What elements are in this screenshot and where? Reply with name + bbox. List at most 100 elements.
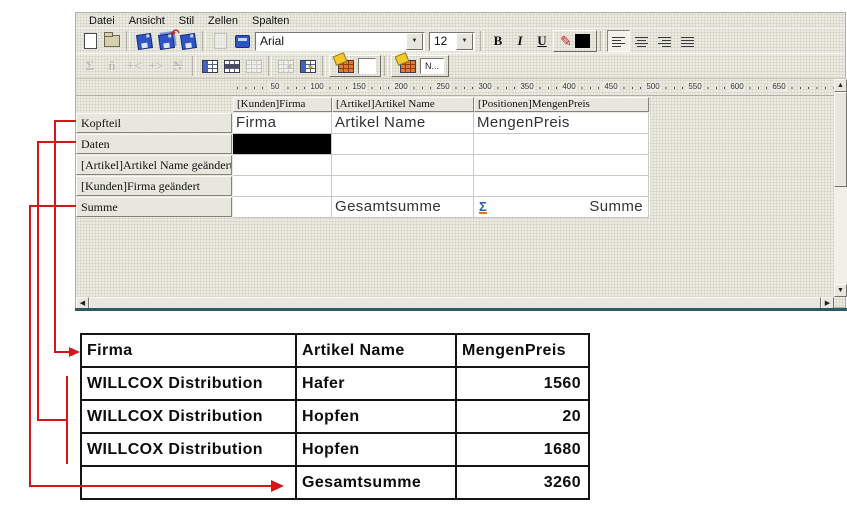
print-preview-button[interactable] [209,30,231,52]
preview-cell-artikel: Hopfen [296,400,456,433]
menu-datei[interactable]: Datei [82,15,122,27]
align-center-button[interactable] [630,30,653,52]
chevron-down-icon[interactable]: ▼ [456,33,473,50]
menu-stil[interactable]: Stil [172,15,201,27]
new-document-button[interactable] [79,30,101,52]
toolbar-standard: ↶ Arial ▼ 12 ▼ B I U ✎ [76,28,845,53]
field-button[interactable]: ñ [101,55,123,77]
sum-button[interactable]: Σ [79,55,101,77]
grid-cell-r0c0[interactable]: Firma [233,113,332,134]
save-as-button[interactable]: ↶ [177,30,199,52]
column-header-2[interactable]: [Positionen]MengenPreis [474,97,649,112]
grid-cell-r4c0[interactable] [233,197,332,218]
row-band-label-2[interactable]: [Artikel]Artikel Name geändert [76,155,232,175]
open-folder-icon [104,35,120,47]
save-icon [136,33,153,50]
toolbar-separator [480,31,484,51]
ruler-label-400: 400 [560,82,577,92]
prev-button[interactable]: +< [123,55,145,77]
bold-button[interactable]: B [487,30,509,52]
ruler: 50100150200250300350400450500550600650 [76,79,834,96]
font-size-select[interactable]: 12 ▼ [429,32,475,51]
fill-table-icon [400,60,416,73]
vertical-scroll-thumb[interactable] [834,92,847,187]
save-button[interactable] [133,30,155,52]
preview-cell-artikel: Gesamtsumme [296,466,456,499]
grid-cell-r3c2[interactable] [474,176,649,197]
design-area[interactable]: FirmaArtikel NameMengenPreisGesamtsummeΣ… [76,96,834,297]
grid-cell-r4c1[interactable]: Gesamtsumme [332,197,474,218]
vertical-scrollbar[interactable]: ▲ ▼ [834,79,847,297]
open-button[interactable] [101,30,123,52]
toolbar-separator [384,56,388,76]
sigma-icon: Σ [86,58,95,74]
grid-cell-r0c2[interactable]: MengenPreis [474,113,649,134]
grid-cell-r0c1[interactable]: Artikel Name [332,113,474,134]
scroll-down-button[interactable]: ▼ [834,284,847,297]
no-name-button[interactable]: N [167,55,189,77]
row-band-label-0[interactable]: Kopfteil [76,113,232,133]
column-header-0[interactable]: [Kunden]Firma [233,97,332,112]
preview-cell-artikel: Hafer [296,367,456,400]
table-rows-icon [224,60,240,73]
ruler-label-200: 200 [392,82,409,92]
next-button[interactable]: +> [145,55,167,77]
ruler-label-50: 50 [269,82,282,92]
save-all-button[interactable] [155,30,177,52]
toolbar-separator [126,31,130,51]
italic-button[interactable]: I [509,30,531,52]
row-band-label-3[interactable]: [Kunden]Firma geändert [76,176,232,196]
preview-col-header-2: MengenPreis [456,334,589,367]
ruler-ticks [237,87,847,89]
column-view-button[interactable] [199,55,221,77]
row-band-label-4[interactable]: Summe [76,197,232,217]
grid-cell-r4c2[interactable]: ΣSumme [474,197,649,218]
insert-right-icon: ▸ [300,60,316,73]
scroll-up-button[interactable]: ▲ [834,79,847,92]
menu-ansicht[interactable]: Ansicht [122,15,172,27]
preview-cell-preis: 1680 [456,433,589,466]
grid-cell-r2c2[interactable] [474,155,649,176]
grid-cell-r2c0[interactable] [233,155,332,176]
chevron-down-icon[interactable]: ▼ [406,33,423,50]
menu-zellen[interactable]: Zellen [201,15,245,27]
grid-cell-r1c2[interactable] [474,134,649,155]
toolbar-separator [192,56,196,76]
align-left-button[interactable] [607,30,630,52]
font-name-select[interactable]: Arial ▼ [255,32,425,51]
align-justify-button[interactable] [676,30,699,52]
row-view-button[interactable] [221,55,243,77]
name-box: N... [420,58,444,74]
column-header-1[interactable]: [Artikel]Artikel Name [332,97,474,112]
ruler-label-450: 450 [602,82,619,92]
ruler-label-250: 250 [434,82,451,92]
fill-color-button[interactable] [329,55,381,77]
grid-cell-r3c1[interactable] [332,176,474,197]
sum-sigma-icon: Σ [479,201,487,214]
font-color-button[interactable]: ✎ [553,30,597,52]
underline-icon: U [537,33,546,49]
toolbar-separator [268,56,272,76]
row-band-label-1[interactable]: Daten [76,134,232,154]
align-right-button[interactable] [653,30,676,52]
grid-cell-r2c1[interactable] [332,155,474,176]
color-swatch-black [575,34,590,48]
pencil-icon: ✎ [560,34,572,48]
paint-bucket-icon [395,52,410,66]
named-fill-button[interactable]: N... [391,55,449,77]
insert-column-left-button[interactable]: ◂ [275,55,297,77]
table-grid-icon [246,60,262,73]
grid-view-button[interactable] [243,55,265,77]
grid-cell-r1c1[interactable] [332,134,474,155]
ruler-label-650: 650 [770,82,787,92]
ruler-label-500: 500 [644,82,661,92]
align-right-icon [658,36,671,47]
export-button[interactable] [231,30,253,52]
cell-grid: FirmaArtikel NameMengenPreisGesamtsummeΣ… [233,113,650,218]
grid-cell-r3c0[interactable] [233,176,332,197]
underline-button[interactable]: U [531,30,553,52]
menu-spalten[interactable]: Spalten [245,15,296,27]
ruler-label-100: 100 [308,82,325,92]
grid-cell-r1c0[interactable] [233,134,332,155]
insert-column-right-button[interactable]: ▸ [297,55,319,77]
